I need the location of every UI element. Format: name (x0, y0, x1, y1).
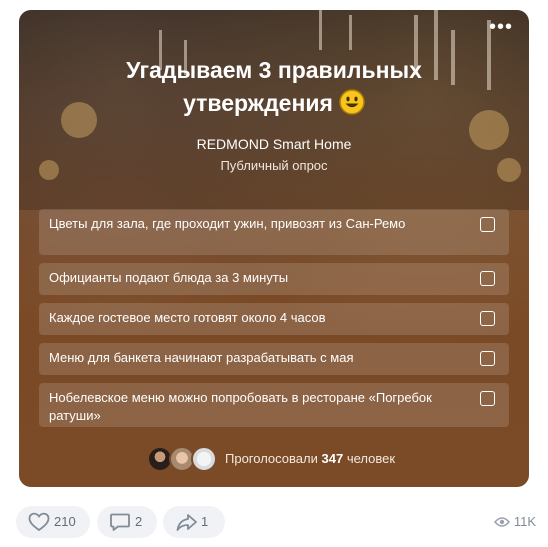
poll-author-link[interactable]: REDMOND Smart Home (19, 136, 529, 152)
voters-prefix: Проголосовали (225, 451, 318, 466)
poll-type-label: Публичный опрос (220, 158, 328, 173)
comments-count: 2 (135, 514, 143, 529)
share-button[interactable]: 1 (163, 506, 225, 538)
checkbox-icon[interactable] (480, 391, 495, 406)
voters-count-text[interactable]: Проголосовали 347 человек (225, 451, 395, 466)
poll-option-text: Нобелевское меню можно попробовать в рес… (49, 390, 432, 423)
voter-avatars (147, 446, 219, 472)
poll-title-text: Угадываем 3 правильных утверждения (126, 57, 422, 116)
poll-card: ••• Угадываем 3 правильных утверждения R… (19, 10, 529, 487)
share-icon (176, 514, 197, 531)
views-count: 11K (513, 514, 536, 529)
poll-option-3[interactable]: Каждое гостевое место готовят около 4 ча… (39, 303, 509, 335)
poll-option-5[interactable]: Нобелевское меню можно попробовать в рес… (39, 383, 509, 427)
checkbox-icon[interactable] (480, 351, 495, 366)
comment-icon (110, 513, 130, 531)
poll-option-4[interactable]: Меню для банкета начинают разрабатывать … (39, 343, 509, 375)
eye-icon (493, 517, 510, 527)
shares-count: 1 (201, 514, 209, 529)
views-counter: 11K (493, 506, 536, 538)
poll-voters[interactable]: Проголосовали 347 человек (19, 446, 529, 472)
avatar (191, 446, 217, 472)
more-options-icon[interactable]: ••• (487, 17, 515, 40)
checkbox-icon[interactable] (480, 271, 495, 286)
poll-option-1[interactable]: Цветы для зала, где проходит ужин, приво… (39, 209, 509, 255)
poll-option-text: Официанты подают блюда за 3 минуты (49, 270, 289, 285)
poll-title: Угадываем 3 правильных утверждения (79, 54, 469, 120)
poll-option-text: Меню для банкета начинают разрабатывать … (49, 350, 354, 365)
like-button[interactable]: 210 (16, 506, 90, 538)
grinning-face-icon (339, 89, 365, 115)
post-actions: 210 2 1 11K (16, 506, 536, 538)
poll-option-text: Каждое гостевое место готовят около 4 ча… (49, 310, 326, 325)
poll-option-text: Цветы для зала, где проходит ужин, приво… (49, 216, 406, 231)
poll-option-2[interactable]: Официанты подают блюда за 3 минуты (39, 263, 509, 295)
checkbox-icon[interactable] (480, 217, 495, 232)
likes-count: 210 (54, 514, 76, 529)
voters-count: 347 (321, 451, 344, 466)
poll-options: Цветы для зала, где проходит ужин, приво… (39, 209, 509, 435)
comment-button[interactable]: 2 (97, 506, 157, 538)
voters-suffix: человек (346, 451, 396, 466)
checkbox-icon[interactable] (480, 311, 495, 326)
heart-icon (28, 512, 50, 532)
